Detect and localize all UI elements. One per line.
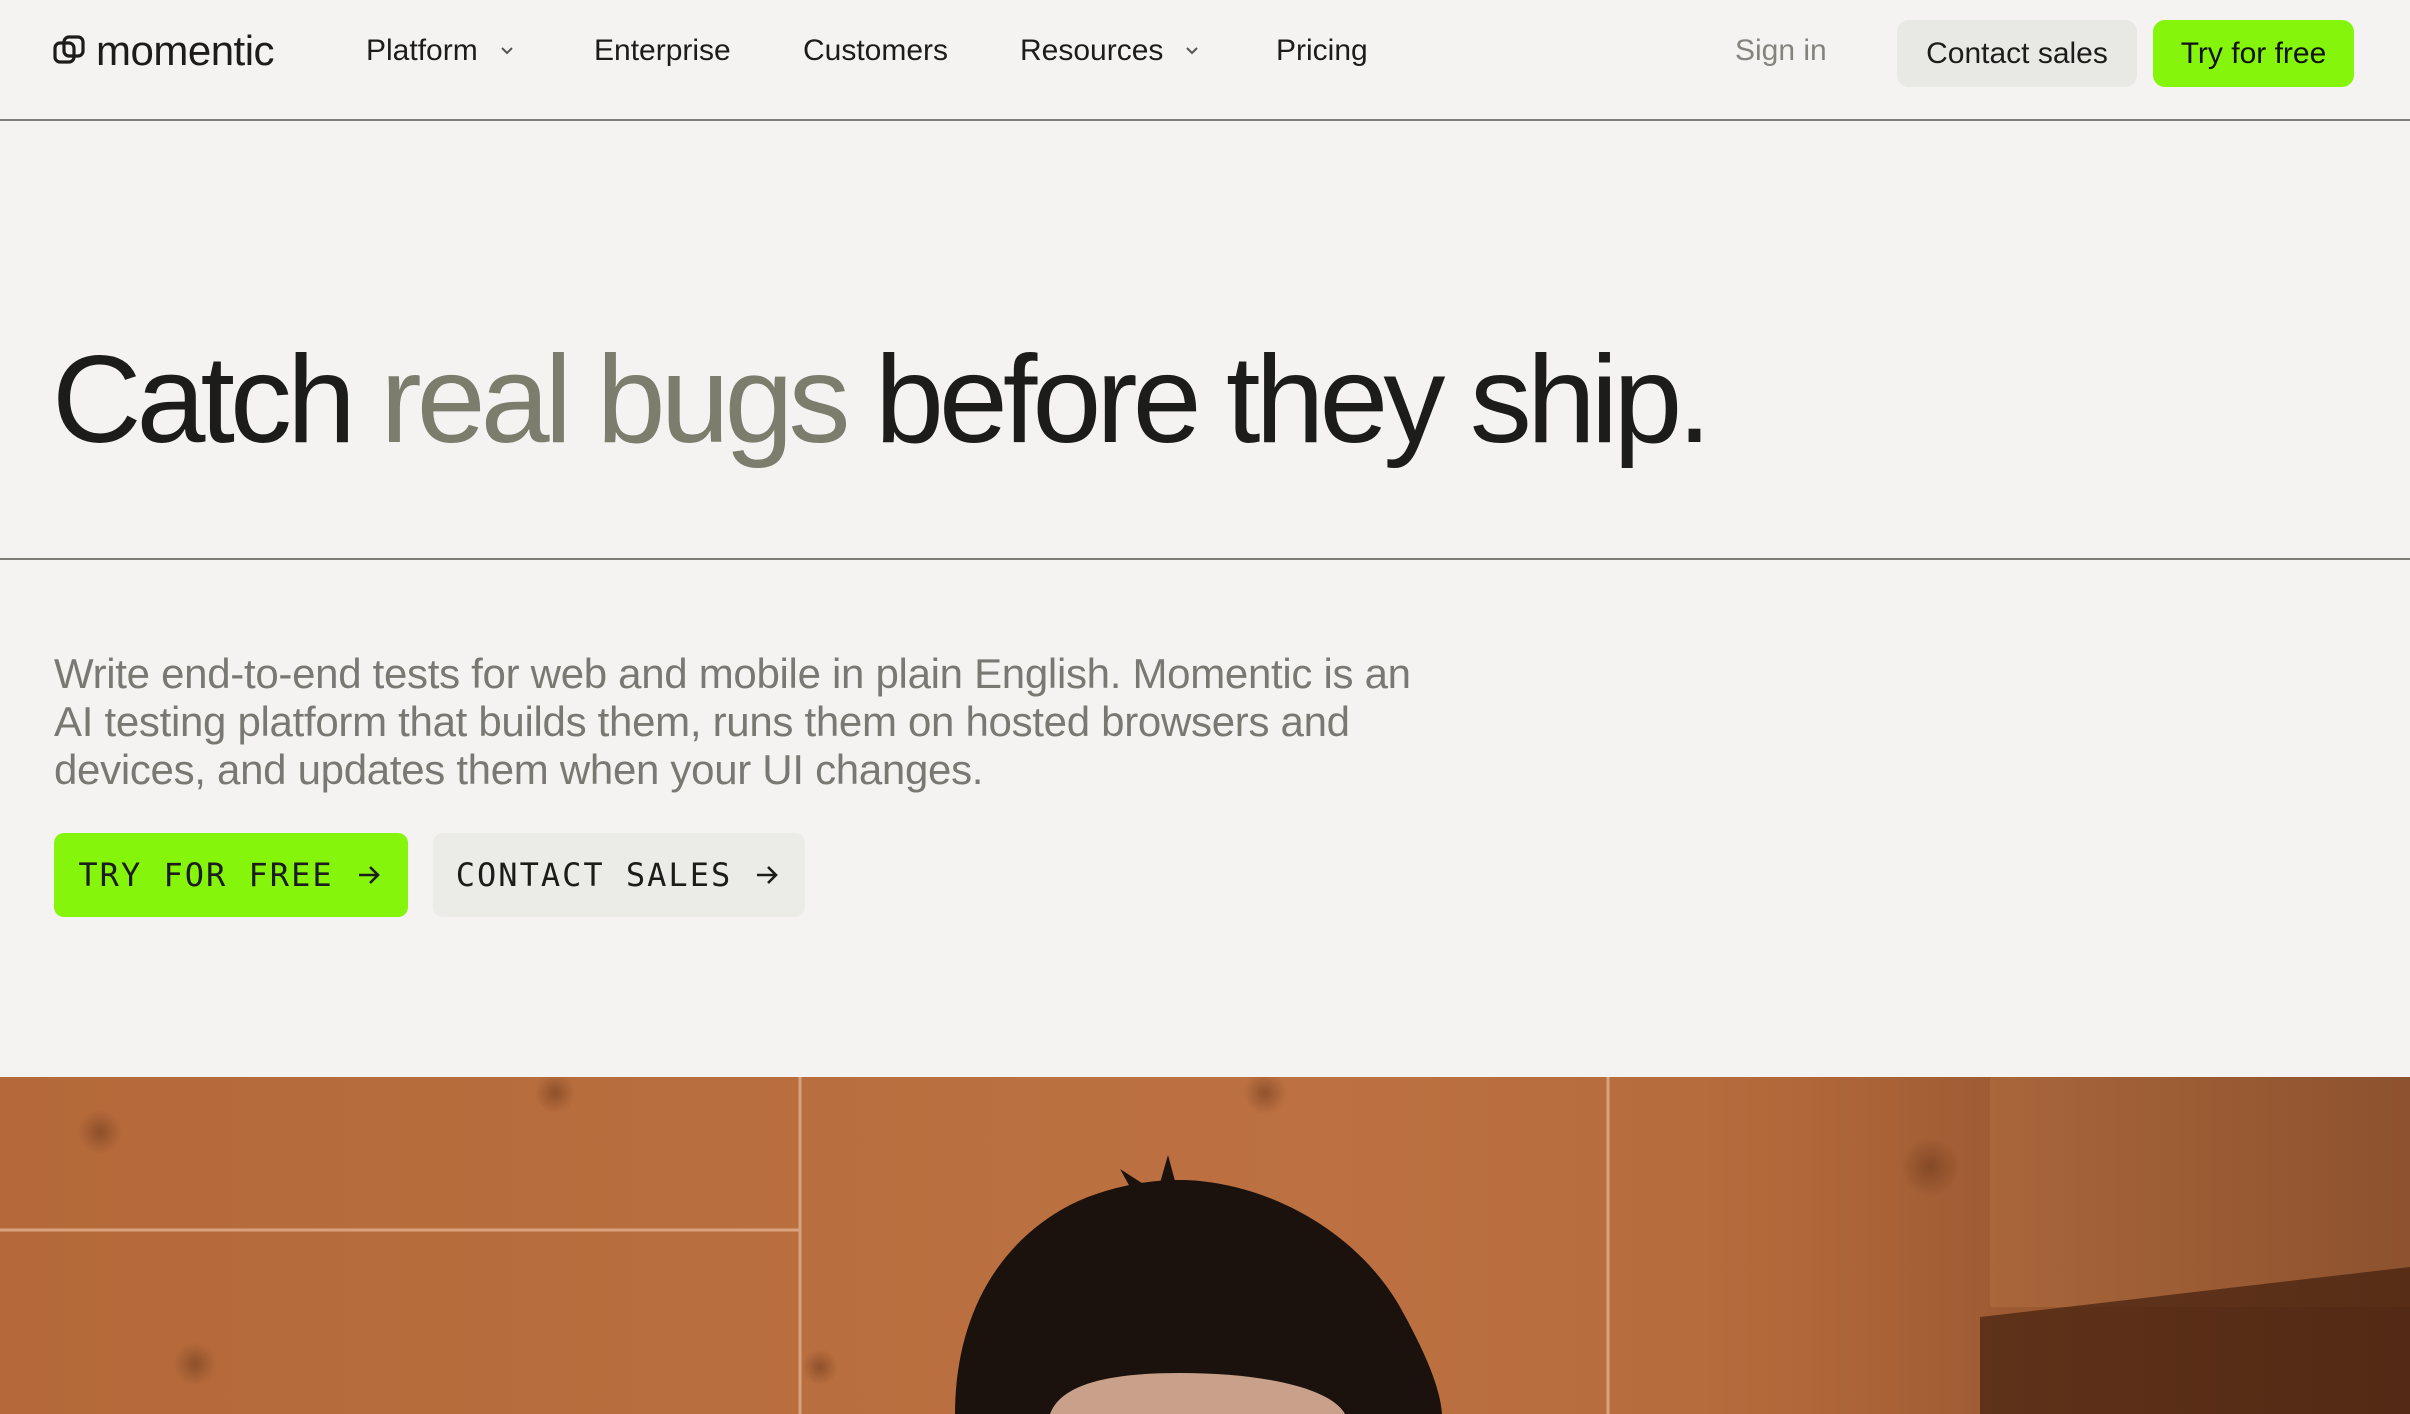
hero-title: Catch real bugs before they ship. (52, 325, 1712, 475)
hero-contact-sales-button[interactable]: CONTACT SALES (433, 833, 805, 917)
try-for-free-button[interactable]: Try for free (2153, 20, 2354, 87)
hero-photo (0, 1077, 2410, 1414)
section-divider (0, 558, 2410, 560)
arrow-right-icon (757, 866, 779, 884)
hero-title-start: Catch (52, 331, 381, 469)
home-logo-link[interactable]: momentic (52, 26, 275, 76)
chevron-down-icon (1186, 47, 1199, 55)
contact-sales-button[interactable]: Contact sales (1897, 20, 2137, 87)
hero-contact-sales-label: CONTACT SALES (455, 856, 733, 894)
hero-photo-illustration (0, 1077, 2410, 1414)
nav-item-resources[interactable]: Resources (1020, 28, 1203, 74)
nav-item-platform-label: Platform (366, 34, 478, 67)
arrow-right-icon (358, 866, 380, 884)
nav-item-enterprise[interactable]: Enterprise (594, 28, 731, 74)
sign-in-link[interactable]: Sign in (1735, 28, 1827, 74)
nav-item-customers[interactable]: Customers (803, 28, 948, 74)
nav-item-customers-label: Customers (803, 34, 949, 67)
momentic-logo-icon (53, 35, 85, 64)
nav-item-pricing-label: Pricing (1276, 34, 1368, 67)
nav-item-enterprise-label: Enterprise (594, 34, 731, 67)
chevron-down-icon (500, 47, 513, 55)
nav-item-platform[interactable]: Platform (366, 28, 518, 74)
nav-item-resources-label: Resources (1020, 34, 1164, 67)
brand-name: momentic (96, 27, 275, 74)
nav-item-pricing[interactable]: Pricing (1276, 28, 1368, 74)
hero-title-end: before they ship. (845, 331, 1712, 469)
top-navbar: momentic Platform Enterprise Customers R… (0, 0, 2410, 121)
hero-try-for-free-button[interactable]: TRY FOR FREE (54, 833, 408, 917)
hero-try-for-free-label: TRY FOR FREE (78, 856, 334, 894)
hero-title-highlight: real bugs (380, 331, 850, 469)
hero-description: Write end-to-end tests for web and mobil… (54, 650, 1411, 793)
